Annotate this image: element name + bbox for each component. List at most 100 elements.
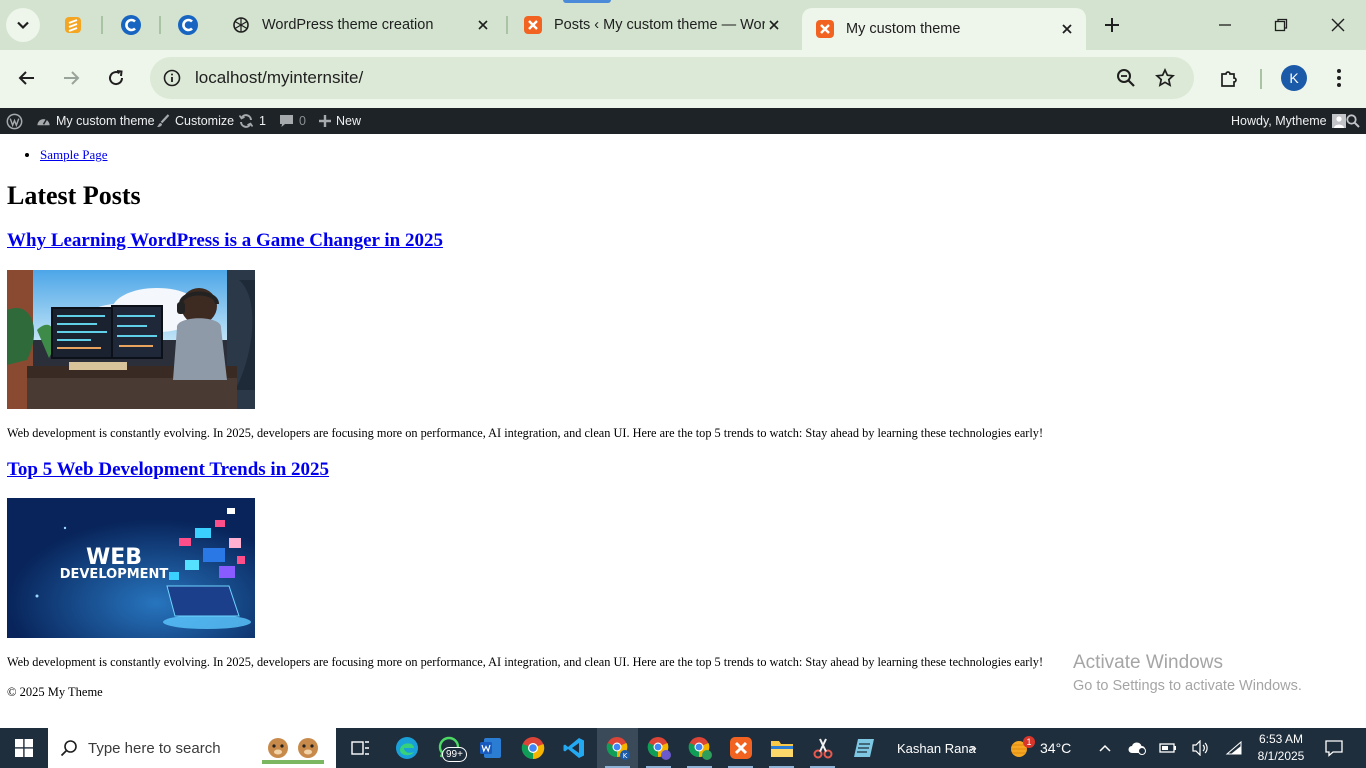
start-button[interactable] (0, 728, 48, 768)
post-thumbnail-coder[interactable] (7, 270, 255, 410)
taskbar-whatsapp[interactable]: 99+ (429, 728, 470, 768)
puzzle-icon (1221, 71, 1237, 87)
taskbar-overflow-chevrons[interactable]: » (970, 728, 977, 768)
taskbar-edge[interactable] (386, 728, 427, 768)
wp-admin-bar: My custom theme Customize 1 0 New Howdy,… (0, 108, 1366, 134)
search-icon (60, 740, 77, 757)
tab-separator (506, 16, 508, 34)
watermark-subtitle: Go to Settings to activate Windows. (1073, 678, 1302, 694)
show-hidden-icons-button[interactable] (1094, 728, 1116, 768)
updates-link[interactable]: 1 (238, 108, 266, 134)
forward-button[interactable] (56, 63, 86, 93)
address-bar[interactable]: localhost/myinternsite/ (150, 57, 1194, 99)
weather-temperature[interactable]: 34°C (1040, 728, 1071, 768)
search-placeholder: Type here to search (88, 739, 221, 757)
back-button[interactable] (12, 63, 42, 93)
kebab-menu-icon (1337, 69, 1341, 87)
new-tab-button[interactable] (1098, 12, 1126, 38)
new-content-link[interactable]: New (319, 108, 361, 134)
plus-icon (1105, 18, 1119, 32)
taskbar-clock[interactable]: 6:53 AM 8/1/2025 (1253, 731, 1309, 765)
tab-my-custom-theme[interactable]: My custom theme (802, 8, 1086, 50)
battery-tray[interactable] (1157, 728, 1179, 768)
user-avatar-icon (1331, 114, 1346, 128)
taskbar-word[interactable] (470, 728, 511, 768)
arrow-left-icon (18, 71, 34, 85)
close-tab-icon[interactable] (765, 16, 783, 34)
site-name-link[interactable]: My custom theme (36, 108, 155, 134)
taskbar-chrome[interactable] (512, 728, 553, 768)
reload-button[interactable] (101, 63, 131, 93)
cloud-sync-icon (1128, 742, 1146, 755)
sublime-icon (65, 17, 81, 33)
folder-icon (770, 741, 793, 757)
browser-menu-button[interactable] (1324, 63, 1354, 93)
new-label: New (336, 114, 362, 128)
post-title-link[interactable]: Top 5 Web Development Trends in 2025 (7, 459, 329, 481)
primary-menu: Sample Page (22, 147, 108, 163)
network-tray[interactable] (1222, 728, 1246, 768)
pinned-tab-2[interactable] (118, 12, 144, 38)
comments-link[interactable]: 0 (279, 108, 306, 134)
close-tab-icon[interactable] (1058, 20, 1076, 38)
profile-avatar[interactable]: K (1281, 65, 1307, 91)
zoom-icon[interactable] (1115, 67, 1137, 89)
paintbrush-icon (157, 114, 170, 127)
taskbar-notes-app[interactable] (843, 728, 884, 768)
section-title: Latest Posts (7, 181, 141, 210)
comments-count: 0 (299, 114, 306, 128)
weather-widget[interactable]: 1 (1006, 728, 1035, 768)
pinned-tab-3[interactable] (175, 12, 201, 38)
close-window-button[interactable] (1323, 10, 1353, 40)
updates-refresh-icon (238, 114, 254, 128)
taskbar-search-box[interactable]: Type here to search (48, 728, 336, 768)
tab-search-button[interactable] (6, 8, 40, 42)
image-text-development: DEVELOPMENT (60, 567, 169, 582)
taskbar-chrome-profile-2[interactable] (638, 728, 679, 768)
restore-icon (1274, 18, 1288, 32)
action-center-button[interactable] (1318, 728, 1350, 768)
post-title-link[interactable]: Why Learning WordPress is a Game Changer… (7, 230, 443, 252)
taskbar-user-label[interactable]: Kashan Rana (897, 728, 976, 768)
customize-link[interactable]: Customize (156, 108, 234, 134)
wp-logo-button[interactable] (6, 108, 23, 134)
admin-search-button[interactable] (1346, 108, 1360, 134)
dashboard-gauge-icon (37, 118, 50, 125)
taskbar-chrome-profile-3[interactable] (679, 728, 720, 768)
my-account-link[interactable]: Howdy, Mytheme (1231, 108, 1346, 134)
task-view-button[interactable] (340, 728, 381, 768)
restore-button[interactable] (1266, 10, 1296, 40)
site-page: Sample Page Latest Posts Why Learning Wo… (0, 134, 1366, 728)
svg-text:K: K (622, 752, 627, 760)
onedrive-tray[interactable] (1126, 728, 1148, 768)
taskbar-chrome-profile-k[interactable]: K (597, 728, 638, 768)
menu-link-sample-page[interactable]: Sample Page (40, 147, 108, 162)
tab-wordpress-theme-creation[interactable]: WordPress theme creation (218, 8, 502, 42)
activate-windows-watermark: Activate Windows Go to Settings to activ… (1073, 652, 1302, 694)
bookmark-star-icon[interactable] (1154, 67, 1176, 89)
arrow-right-icon (64, 71, 80, 85)
volume-tray[interactable] (1189, 728, 1211, 768)
taskbar-file-explorer[interactable] (761, 728, 802, 768)
windows-logo-icon (15, 739, 33, 757)
pinned-tab-1[interactable] (60, 12, 86, 38)
minimize-button[interactable] (1210, 10, 1240, 40)
reload-icon (109, 70, 124, 86)
chrome-profile-icon: K (606, 737, 630, 760)
post-thumbnail-web-development[interactable]: WEB DEVELOPMENT (7, 498, 255, 638)
taskbar-vscode[interactable] (553, 728, 594, 768)
tab-posts-my-custom-theme[interactable]: Posts ‹ My custom theme — WordPress (510, 8, 793, 42)
close-tab-icon[interactable] (474, 16, 492, 34)
whatsapp-badge: 99+ (442, 747, 467, 762)
tab-drag-indicator (563, 0, 611, 3)
chrome-profile-icon (647, 737, 671, 760)
extensions-button[interactable] (1214, 63, 1244, 93)
taskbar-xampp[interactable] (720, 728, 761, 768)
taskbar-snipping-tool[interactable] (802, 728, 843, 768)
c-logo-icon (178, 15, 198, 35)
site-info-icon[interactable] (158, 64, 186, 92)
tab-separator (159, 16, 161, 34)
wifi-icon (1225, 740, 1242, 755)
xampp-icon (816, 20, 834, 38)
post-excerpt: Web development is constantly evolving. … (7, 655, 1044, 669)
